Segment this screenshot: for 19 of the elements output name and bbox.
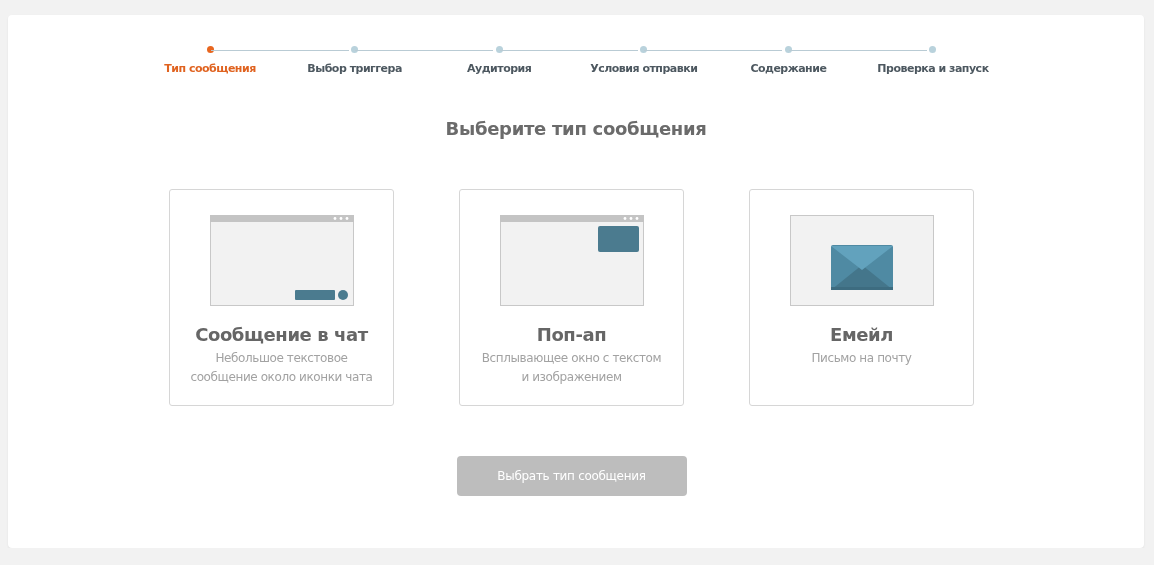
step-tab[interactable]: Содержание bbox=[750, 62, 827, 75]
envelope-icon bbox=[789, 215, 934, 306]
card-description: Всплывающее окно с текстом и изображением bbox=[480, 350, 663, 386]
message-type-card[interactable]: Сообщение в чат Небольшое текстовое сообщение около иконки чата bbox=[169, 189, 394, 406]
message-type-card[interactable]: Емейл Письмо на почту bbox=[749, 189, 974, 406]
chat-window-icon bbox=[209, 215, 354, 306]
popup-window-icon bbox=[499, 215, 644, 306]
card-title: Сообщение в чат bbox=[195, 324, 368, 345]
step-tab[interactable]: Тип сообщения bbox=[164, 62, 256, 75]
message-type-card[interactable]: Поп-ап Всплывающее окно с текстом и изображением bbox=[459, 189, 684, 406]
step-tab[interactable]: Условия отправки bbox=[590, 62, 698, 75]
page-heading: Выберите тип сообщения bbox=[445, 118, 707, 139]
card-title: Поп-ап bbox=[536, 324, 607, 345]
step-tab[interactable]: Проверка и запуск bbox=[877, 62, 989, 75]
card-description: Небольшое текстовое сообщение около иконки чата bbox=[189, 350, 374, 386]
card-title: Емейл bbox=[830, 324, 893, 345]
card-description: Письмо на почту bbox=[810, 350, 913, 367]
step-tab[interactable]: Выбор триггера bbox=[307, 62, 402, 75]
step-tab[interactable]: Аудитория bbox=[467, 62, 532, 75]
